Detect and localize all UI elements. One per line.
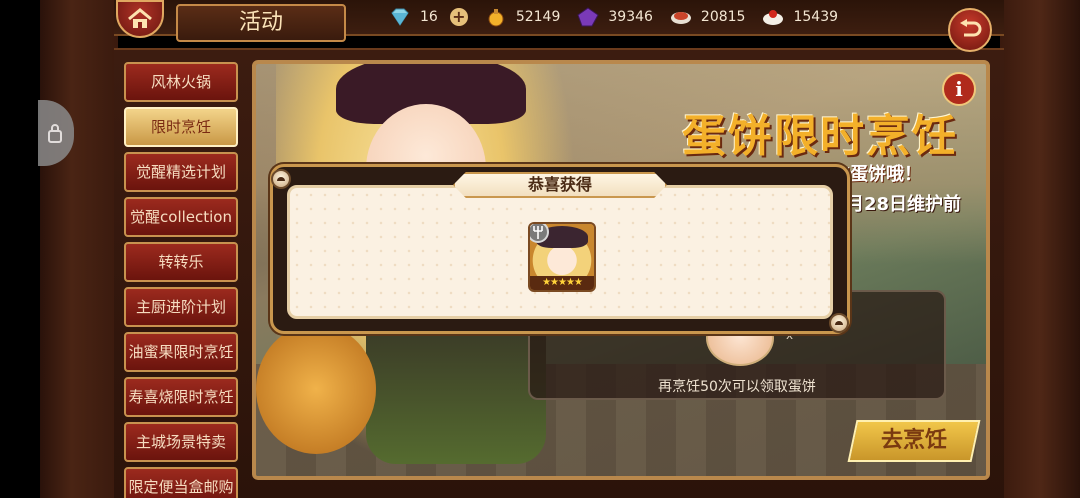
resource-food-cake: 15439 [761, 7, 838, 27]
return-arrow-icon [960, 19, 982, 37]
lock-icon [48, 124, 62, 143]
page-title: 活动 [176, 4, 346, 42]
reward-item-card[interactable]: ★★★★★ [528, 222, 596, 292]
event-title: 蛋饼限时烹饪 [682, 111, 958, 162]
fork-class-icon [530, 224, 549, 243]
back-button[interactable] [948, 8, 992, 52]
sidebar-item-awakening-plan[interactable]: 觉醒精选计划 [124, 152, 238, 192]
wood-frame-right [1000, 0, 1080, 498]
crystal-count: 39346 [608, 9, 653, 25]
go-cook-label: 去烹饪 [880, 428, 947, 453]
add-diamond-button[interactable]: + [449, 8, 468, 26]
resource-diamond: 16 [388, 7, 438, 27]
popup-corner-ornament [829, 313, 849, 333]
popup-body[interactable]: ★★★★★ [287, 185, 833, 319]
popup-title: 恭喜获得 [453, 172, 667, 198]
sidebar-item-chef-advance[interactable]: 主厨进阶计划 [124, 287, 238, 327]
character-item [256, 324, 376, 454]
event-date: 月28日维护前 [846, 194, 962, 215]
food-bowl-count: 20815 [700, 9, 746, 25]
resource-food-bowl: 20815 [669, 7, 746, 27]
food-cake-count: 15439 [793, 9, 839, 25]
sidebar-item-awakening-collection[interactable]: 觉醒collection [124, 197, 238, 237]
reward-star-rating: ★★★★★ [530, 276, 594, 290]
sidebar-item-scene-sale[interactable]: 主城场景特卖 [124, 422, 238, 462]
sidebar-item-limited-cooking[interactable]: 限时烹饪 [124, 107, 238, 147]
diamond-count: 16 [420, 9, 438, 25]
wood-frame-left [40, 0, 118, 498]
diamond-icon [391, 8, 409, 26]
food-cake-icon [763, 10, 784, 25]
activity-sidebar: 风林火锅 限时烹饪 觉醒精选计划 觉醒collection 转转乐 主厨进阶计划… [124, 62, 240, 498]
sidebar-item-bento-mail[interactable]: 限定便当盒邮购 [124, 467, 238, 498]
home-icon [128, 8, 152, 28]
reward-popup: ★★★★★ 恭喜获得 [270, 164, 850, 334]
go-cook-button[interactable]: 去烹饪 [847, 420, 981, 462]
info-button[interactable]: i [942, 72, 976, 106]
sidebar-item-youmiguo-cooking[interactable]: 油蜜果限时烹饪 [124, 332, 238, 372]
food-bowl-icon [670, 12, 691, 24]
sidebar-item-sukiyaki-cooking[interactable]: 寿喜烧限时烹饪 [124, 377, 238, 417]
resource-gold-potion: 52149 [484, 7, 561, 27]
popup-corner-ornament [271, 169, 291, 189]
sidebar-item-spin[interactable]: 转转乐 [124, 242, 238, 282]
game-screen: 活动 16 + 52149 39346 20815 15439 风林火锅 限时烹… [0, 0, 1080, 498]
resource-crystal: 39346 [576, 7, 653, 27]
purple-crystal-icon [577, 7, 600, 27]
sidebar-item-hotpot[interactable]: 风林火锅 [124, 62, 238, 102]
progress-text: 再烹饪50次可以领取蛋饼 [658, 379, 816, 395]
gold-count: 52149 [515, 9, 561, 25]
gold-potion-icon [488, 9, 504, 27]
resource-bar: 16 + 52149 39346 20815 15439 [388, 6, 854, 28]
